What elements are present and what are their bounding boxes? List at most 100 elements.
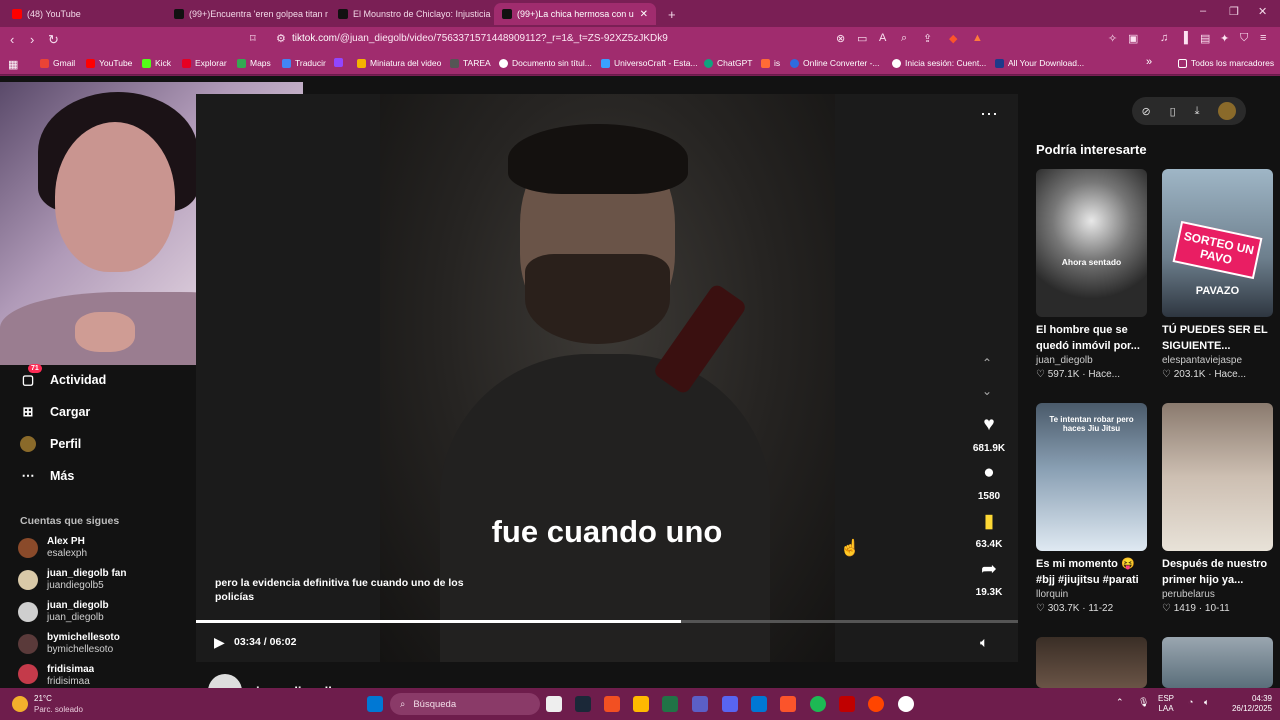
microphone-icon[interactable]: 🎙︎ [1138,697,1149,707]
recommended-card[interactable] [1036,637,1147,688]
next-video-arrow[interactable]: ⌄ [982,384,992,398]
copilot-icon[interactable] [604,696,620,712]
speaker-icon[interactable]: 🔈︎ [1204,697,1209,707]
bookmark-traducir[interactable]: Traducir [282,58,326,68]
screenshot-icon[interactable]: ▣ [1128,32,1138,45]
recommended-card[interactable]: Después de nuestro primer hijo ya... per… [1162,403,1273,614]
taskbar-search[interactable]: ⌕ Búsqueda [390,693,540,715]
sidebar-item-actividad[interactable]: ▢ 71 Actividad [20,364,106,388]
vpn-icon[interactable]: ⛉ [1240,32,1248,45]
close-window-button[interactable]: ✕ [1258,5,1267,18]
sidebar-item-mas[interactable]: ⋯ Más [20,468,75,484]
play-icon[interactable]: ▶ [214,634,225,651]
extensions-icon[interactable]: ✧ [1108,32,1117,45]
cast-icon[interactable]: ▭ [857,32,867,45]
bookmark-miniatura[interactable]: Miniatura del video [357,58,441,68]
reload-icon[interactable]: ↻ [48,32,59,48]
bookmark-gmail[interactable]: Gmail [40,58,75,68]
weather-widget[interactable]: 21°C Parc. soleado [12,693,83,715]
like-button[interactable]: ♥ 681.9K [968,414,1010,456]
zoom-icon[interactable]: ⌕ [901,32,907,45]
bookmark-youtube[interactable]: YouTube [86,58,132,68]
forward-icon[interactable]: › [30,32,34,47]
translate-icon[interactable]: A [879,32,886,44]
bookmark-icon[interactable]: ⌑ [250,32,256,45]
sidebar-item-cargar[interactable]: ⊞ Cargar [20,404,91,420]
maximize-button[interactable]: ❐ [1229,5,1239,18]
previous-video-arrow[interactable]: ⌃ [982,356,992,370]
bookmark-all-your-download[interactable]: All Your Download... [995,58,1084,68]
tab-tiktok-active[interactable]: (99+)La chica hermosa con u ✕ [494,3,656,25]
minimize-button[interactable]: – [1200,5,1206,17]
volume-icon[interactable]: 🔈︎ [980,634,988,651]
brave-shield-icon[interactable]: ◆ [949,32,957,45]
bookmark-twitch[interactable] [334,58,347,67]
sidebar-toggle-icon[interactable]: ▐ [1180,32,1188,44]
tab-tiktok-eren[interactable]: (99+)Encuentra 'eren golpea titan m [166,3,328,25]
task-view-icon[interactable] [546,696,562,712]
following-account[interactable]: juan_diegolb fan juandiegolb5 [18,568,126,592]
language-indicator[interactable]: ESP LAA [1158,694,1174,714]
avatar[interactable] [1218,102,1237,120]
video-player[interactable]: fue cuando uno pero la evidencia definit… [196,94,1018,662]
save-button[interactable]: ▮ 63.4K [968,510,1010,552]
wifi-icon[interactable]: ◔ [1188,697,1193,707]
bookmark-documento[interactable]: Documento sin títul... [499,58,592,68]
spotify-icon[interactable] [810,696,826,712]
new-tab-button[interactable]: + [660,3,682,25]
coins-icon[interactable]: ⊘ [1141,105,1150,118]
obs-icon[interactable] [868,696,884,712]
brave-rewards-icon[interactable]: ▲ [972,32,983,44]
teams-icon[interactable] [692,696,708,712]
brave-icon[interactable] [780,696,796,712]
url-field[interactable]: tiktok.com/@juan_diegolb/video/756337157… [292,33,668,44]
steam-icon[interactable] [575,696,591,712]
bookmark-inicia-sesion[interactable]: Inicia sesión: Cuent... [892,58,986,68]
recommended-card[interactable]: Te intentan robar pero haces Jiu Jitsu E… [1036,403,1147,614]
app-icon[interactable] [839,696,855,712]
wallet-icon[interactable]: ▤ [1200,32,1210,45]
following-account[interactable]: Alex PH esalexph [18,536,87,560]
back-icon[interactable]: ‹ [10,32,14,47]
apps-grid-icon[interactable]: ▦ [8,58,18,71]
leo-icon[interactable]: ✦ [1220,32,1229,45]
following-account[interactable]: bymichellesoto bymichellesoto [18,632,120,656]
mail-icon[interactable] [751,696,767,712]
share-button[interactable]: ➦ 19.3K [968,558,1010,600]
bookmark-explorar[interactable]: Explorar [182,58,227,68]
following-account[interactable]: juan_diegolb juan_diegolb [18,600,109,624]
bookmark-is[interactable]: is [761,58,780,68]
recommended-card[interactable]: SORTEO UN PAVO PAVAZO TÚ PUEDES SER EL S… [1162,169,1273,380]
excel-icon[interactable] [662,696,678,712]
windows-start-icon[interactable] [367,696,383,712]
following-account[interactable]: fridisimaa fridisimaa [18,664,94,686]
bookmark-kick[interactable]: Kick [142,58,171,68]
bookmark-online-converter[interactable]: Online Converter -... [790,58,880,68]
tab-youtube[interactable]: (48) YouTube [4,3,164,25]
tab-tiktok-chiclayo[interactable]: El Mounstro de Chiclayo: Injusticia e [330,3,492,25]
file-explorer-icon[interactable] [633,696,649,712]
recommended-card[interactable]: Ahora sentado El hombre que se quedó inm… [1036,169,1147,380]
capcut-icon[interactable] [898,696,914,712]
bookmark-tarea[interactable]: TAREA [450,58,491,68]
site-info-icon[interactable]: ⚙ [276,32,286,45]
more-options-icon[interactable]: ⋯ [980,104,998,125]
recommended-card[interactable] [1162,637,1273,688]
share-icon[interactable]: ⇪ [923,32,932,45]
all-bookmarks-button[interactable]: Todos los marcadores [1178,58,1274,68]
media-icon[interactable]: ⊗ [836,32,845,45]
download-icon[interactable]: ⤓ [1195,105,1200,118]
menu-icon[interactable]: ≡ [1260,32,1266,44]
bookmark-chatgpt[interactable]: ChatGPT [704,58,752,68]
bookmark-universocraft[interactable]: UniversoCraft - Esta... [601,58,698,68]
clock[interactable]: 04:39 26/12/2025 [1222,694,1272,714]
bookmarks-more-button[interactable]: » [1146,56,1152,68]
sidebar-item-perfil[interactable]: Perfil [20,436,81,452]
close-tab-icon[interactable]: ✕ [640,9,648,20]
progress-bar[interactable] [196,620,1018,623]
bookmark-maps[interactable]: Maps [237,58,271,68]
discord-icon[interactable] [722,696,738,712]
music-icon[interactable]: ♫ [1160,32,1168,44]
comment-button[interactable]: ● 1580 [968,462,1010,504]
tray-chevron-icon[interactable]: ⌃ [1116,697,1124,707]
